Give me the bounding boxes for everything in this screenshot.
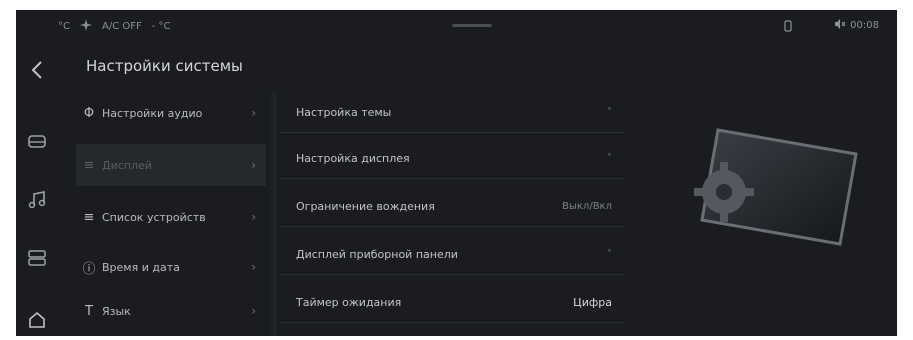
setting-label: Настройка дисплея xyxy=(296,151,410,165)
menu-item-label: Время и дата xyxy=(102,260,180,274)
chevron-down-icon: ˅ xyxy=(607,106,612,118)
car-icon[interactable] xyxy=(25,130,49,154)
apps-icon[interactable] xyxy=(25,246,49,270)
menu-item-display[interactable]: ≡ Дисплей › xyxy=(76,144,266,186)
devices-icon: ≡ xyxy=(83,209,95,225)
language-icon: T xyxy=(85,303,93,319)
clock-time: 00:08 xyxy=(850,20,879,31)
menu-item-label: Дисплей xyxy=(102,158,152,172)
chevron-down-icon: ˅ xyxy=(607,152,612,164)
setting-row-theme[interactable]: Настройка темы ˅ xyxy=(280,92,624,133)
chevron-down-icon: ˅ xyxy=(607,248,612,260)
chevron-right-icon: › xyxy=(251,158,256,172)
fan-icon xyxy=(79,19,92,34)
audio-icon: Φ xyxy=(83,105,95,121)
setting-label: Дисплей приборной панели xyxy=(296,247,458,261)
menu-item-audio[interactable]: Φ Настройки аудио › xyxy=(76,92,266,134)
menu-item-language[interactable]: T Язык › xyxy=(76,290,266,332)
setting-label: Таймер ожидания xyxy=(296,295,402,309)
panel-divider xyxy=(268,92,276,336)
back-icon[interactable] xyxy=(25,58,49,82)
setting-label: Настройка темы xyxy=(296,105,392,119)
home-icon[interactable] xyxy=(25,308,49,332)
left-rail xyxy=(16,40,58,336)
setting-row-driving-restriction[interactable]: Ограничение вождения Выкл/Вкл xyxy=(280,186,624,227)
status-bar: °C A/C OFF - °C 00:08 xyxy=(16,10,897,40)
head-unit-screen: °C A/C OFF - °C 00:08 Настройки системы … xyxy=(16,10,897,336)
clock-area: 00:08 xyxy=(834,18,879,33)
temp-left-label: °C xyxy=(58,21,70,32)
menu-item-devices[interactable]: ≡ Список устройств › xyxy=(76,196,266,238)
menu-item-label: Список устройств xyxy=(102,210,206,224)
ac-status-label: A/C OFF xyxy=(101,21,142,32)
chevron-right-icon: › xyxy=(251,210,256,224)
clock-icon: ⓘ xyxy=(82,261,96,277)
setting-value[interactable]: Выкл/Вкл xyxy=(562,201,612,212)
chevron-right-icon: › xyxy=(251,260,256,274)
setting-row-standby-timer[interactable]: Таймер ожидания Цифра xyxy=(280,282,624,323)
display-icon: ≡ xyxy=(83,157,95,173)
music-icon[interactable] xyxy=(25,188,49,212)
climate-status[interactable]: °C A/C OFF - °C xyxy=(58,19,171,34)
setting-row-dashboard-display[interactable]: Дисплей приборной панели ˅ xyxy=(280,234,624,275)
menu-item-label: Язык xyxy=(102,304,131,318)
chevron-right-icon: › xyxy=(251,304,256,318)
pull-down-handle[interactable] xyxy=(452,24,492,27)
phone-icon[interactable] xyxy=(782,19,794,32)
setting-value[interactable]: Цифра xyxy=(573,296,612,309)
setting-label: Ограничение вождения xyxy=(296,199,435,213)
menu-item-label: Настройки аудио xyxy=(102,106,203,120)
temp-right-label: - °C xyxy=(151,21,171,32)
display-illustration xyxy=(676,120,876,250)
menu-item-time-date[interactable]: ⓘ Время и дата › xyxy=(76,246,266,288)
mute-icon xyxy=(834,18,846,33)
chevron-right-icon: › xyxy=(251,106,256,120)
page-title: Настройки системы xyxy=(86,57,243,75)
setting-row-display[interactable]: Настройка дисплея ˅ xyxy=(280,138,624,179)
